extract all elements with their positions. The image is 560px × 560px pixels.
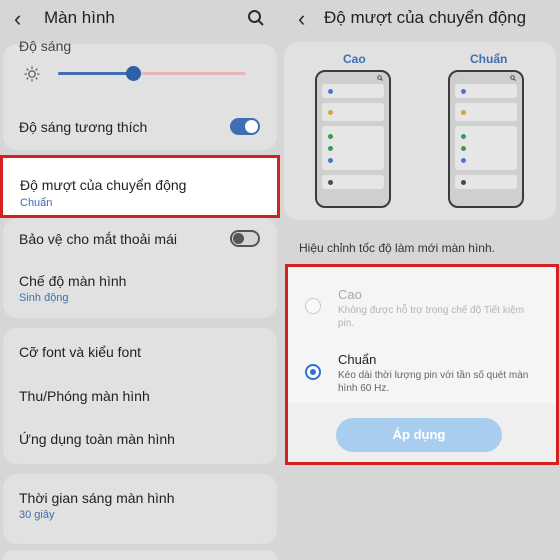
preview-dot [461, 88, 466, 94]
brightness-label: Độ sáng [19, 38, 72, 54]
preview-high-label: Cao [343, 52, 366, 66]
eye-comfort-row[interactable]: Bảo vệ cho mắt thoải mái [19, 231, 177, 247]
font-row[interactable]: Cỡ font và kiểu font [19, 344, 141, 360]
brightness-slider-thumb[interactable] [126, 66, 141, 81]
preview-dot [328, 109, 333, 115]
motion-smoothness-row[interactable]: Độ mượt của chuyển động Chuẩn [0, 155, 280, 218]
eye-comfort-label: Bảo vệ cho mắt thoải mái [19, 231, 177, 247]
preview-dot [461, 146, 466, 151]
toggle-knob [233, 233, 244, 244]
zoom-label: Thu/Phóng màn hình [19, 388, 150, 404]
preview-dot [328, 146, 333, 151]
fullscreen-apps-row[interactable]: Ứng dụng toàn màn hình [19, 431, 175, 447]
page-title: Độ mượt của chuyển động [324, 8, 527, 27]
preview-dot [328, 88, 333, 94]
adaptive-brightness-row[interactable]: Độ sáng tương thích [19, 119, 147, 135]
next-card [3, 550, 277, 560]
search-icon [377, 75, 383, 81]
preview-dot [328, 179, 333, 185]
page-title: Màn hình [44, 8, 115, 27]
toggle-knob [245, 120, 258, 133]
sun-icon [24, 66, 40, 82]
search-icon[interactable] [247, 9, 265, 27]
preview-bar [455, 126, 517, 170]
motion-smoothness-value: Chuẩn [20, 197, 53, 209]
preview-dot [461, 109, 466, 115]
preview-bar [455, 175, 517, 189]
preview-bar [322, 84, 384, 98]
preview-dot [461, 134, 466, 139]
apply-button[interactable]: Áp dụng [336, 418, 502, 452]
phone-preview-standard [448, 70, 524, 208]
screen-mode-value: Sinh động [19, 292, 69, 304]
eye-comfort-toggle[interactable] [230, 230, 260, 247]
adaptive-brightness-toggle[interactable] [230, 118, 260, 135]
display-settings-panel: ‹ Màn hình Độ sáng Độ sáng tương thích Đ… [0, 0, 280, 560]
motion-smoothness-label: Độ mượt của chuyển động [20, 177, 187, 193]
refresh-preview-card: Cao Chuẩn [284, 42, 556, 220]
back-icon[interactable]: ‹ [14, 6, 21, 32]
fullscreen-apps-label: Ứng dụng toàn màn hình [19, 431, 175, 447]
preview-bar [322, 175, 384, 189]
screen-mode-row[interactable]: Chế độ màn hình Sinh động [19, 273, 126, 304]
preview-standard-label: Chuẩn [470, 52, 508, 66]
phone-preview-high [315, 70, 391, 208]
font-label: Cỡ font và kiểu font [19, 344, 142, 360]
back-icon[interactable]: ‹ [298, 6, 305, 32]
option-high-desc: Không được hỗ trợ trong chế độ Tiết kiệm… [338, 305, 525, 329]
preview-dot [328, 158, 333, 163]
radio-standard[interactable] [305, 364, 321, 380]
option-standard-title[interactable]: Chuẩn [338, 352, 376, 367]
preview-bar [455, 103, 517, 121]
preview-bar [322, 126, 384, 170]
screen-mode-label: Chế độ màn hình [19, 273, 127, 289]
screen-timeout-label: Thời gian sáng màn hình [19, 490, 175, 506]
preview-dot [328, 134, 333, 139]
refresh-rate-options: Cao Không được hỗ trợ trong chế độ Tiết … [285, 264, 559, 465]
option-high-title: Cao [338, 287, 362, 302]
screen-timeout-row[interactable]: Thời gian sáng màn hình 30 giây [19, 490, 175, 521]
zoom-row[interactable]: Thu/Phóng màn hình [19, 388, 150, 404]
adaptive-brightness-label: Độ sáng tương thích [19, 119, 148, 135]
motion-smoothness-panel: ‹ Độ mượt của chuyển động Cao Chuẩn Hiệu… [280, 0, 560, 560]
preview-bar [322, 103, 384, 121]
display-header: ‹ Màn hình [0, 0, 280, 36]
preview-dot [461, 179, 466, 185]
preview-bar [455, 84, 517, 98]
screen-timeout-value: 30 giây [19, 509, 55, 521]
brightness-slider-fill [58, 72, 133, 75]
option-standard-desc: Kéo dài thời lượng pin với tần số quét m… [338, 370, 529, 394]
preview-dot [461, 158, 466, 163]
radio-high [305, 298, 321, 314]
search-icon [510, 75, 516, 81]
refresh-rate-description: Hiệu chỉnh tốc độ làm mới màn hình. [299, 241, 495, 255]
